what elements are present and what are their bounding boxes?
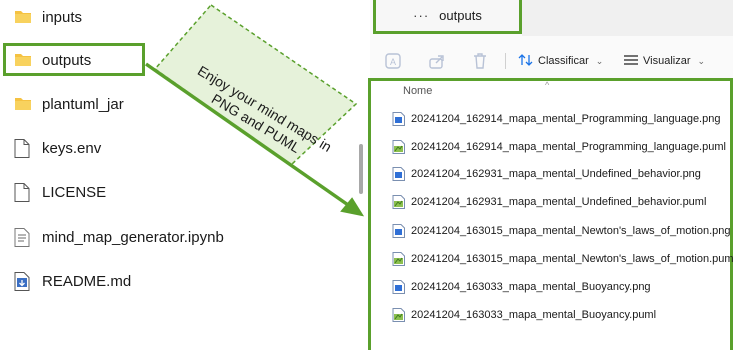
toolbar-separator: [505, 53, 506, 69]
address-current-folder[interactable]: outputs: [439, 8, 482, 23]
file-name: 20241204_163033_mapa_mental_Buoyancy.png: [411, 281, 651, 293]
folder-icon: [14, 95, 32, 113]
left-item-label: keys.env: [42, 139, 102, 157]
file-row[interactable]: 20241204_163015_mapa_mental_Newton's_law…: [392, 250, 733, 268]
folder-icon: [14, 8, 32, 26]
address-bar[interactable]: ··· outputs: [373, 0, 522, 34]
address-bar-background: [522, 0, 733, 36]
left-item-label: plantuml_jar: [42, 95, 124, 113]
puml-file-icon: [392, 252, 405, 266]
left-item-keys-env[interactable]: keys.env: [14, 136, 101, 160]
left-item-label: inputs: [42, 8, 83, 26]
left-item-inputs[interactable]: inputs: [14, 5, 82, 29]
notebook-file-icon: [14, 228, 32, 247]
delete-icon[interactable]: [471, 52, 489, 70]
file-icon: [14, 183, 32, 202]
sort-icon: [518, 53, 534, 70]
view-list-icon: [623, 54, 639, 69]
chevron-down-icon: ⌄: [697, 55, 706, 66]
svg-text:A: A: [390, 57, 396, 67]
file-row[interactable]: 20241204_162914_mapa_mental_Programming_…: [392, 110, 720, 128]
puml-file-icon: [392, 195, 405, 209]
sort-indicator-icon: ^: [545, 80, 550, 90]
scrollbar-thumb[interactable]: [359, 144, 363, 194]
left-item-license[interactable]: LICENSE: [14, 180, 106, 204]
image-file-icon: [392, 224, 405, 238]
file-name: 20241204_162931_mapa_mental_Undefined_be…: [411, 168, 701, 180]
image-file-icon: [392, 280, 405, 294]
view-button[interactable]: Visualizar ⌄: [623, 52, 705, 70]
column-header-name[interactable]: Nome: [403, 85, 432, 97]
image-file-icon: [392, 112, 405, 126]
callout-text: Enjoy your mind maps in PNG and PUML: [194, 62, 335, 156]
image-file-icon: [392, 167, 405, 181]
file-row[interactable]: 20241204_163033_mapa_mental_Buoyancy.png: [392, 278, 651, 296]
left-item-label: README.md: [42, 272, 132, 290]
file-row[interactable]: 20241204_163033_mapa_mental_Buoyancy.pum…: [392, 306, 656, 324]
file-icon: [14, 139, 32, 158]
address-overflow-button[interactable]: ···: [413, 8, 429, 23]
file-row[interactable]: 20241204_163015_mapa_mental_Newton's_law…: [392, 222, 731, 240]
left-item-readme[interactable]: README.md: [14, 269, 131, 293]
sort-button[interactable]: Classificar ⌄: [518, 52, 603, 70]
markdown-file-icon: [14, 272, 32, 291]
share-icon[interactable]: [428, 52, 446, 70]
file-name: 20241204_162931_mapa_mental_Undefined_be…: [411, 196, 707, 208]
puml-file-icon: [392, 140, 405, 154]
file-row[interactable]: 20241204_162914_mapa_mental_Programming_…: [392, 138, 726, 156]
sort-label: Classificar: [538, 55, 589, 67]
arrow-head: [340, 197, 365, 217]
puml-file-icon: [392, 308, 405, 322]
file-name: 20241204_162914_mapa_mental_Programming_…: [411, 141, 726, 153]
file-name: 20241204_162914_mapa_mental_Programming_…: [411, 113, 721, 125]
left-item-notebook[interactable]: mind_map_generator.ipynb: [14, 225, 224, 249]
file-row[interactable]: 20241204_162931_mapa_mental_Undefined_be…: [392, 165, 701, 183]
file-row[interactable]: 20241204_162931_mapa_mental_Undefined_be…: [392, 193, 706, 211]
chevron-down-icon: ⌄: [595, 55, 604, 66]
left-item-plantuml-jar[interactable]: plantuml_jar: [14, 92, 124, 116]
left-item-label: LICENSE: [42, 183, 107, 201]
file-name: 20241204_163033_mapa_mental_Buoyancy.pum…: [411, 309, 657, 321]
left-item-label: mind_map_generator.ipynb: [42, 228, 224, 246]
file-name: 20241204_163015_mapa_mental_Newton's_law…: [411, 225, 731, 237]
ai-icon[interactable]: A: [384, 52, 402, 70]
outputs-highlight-box: [3, 43, 145, 76]
view-label: Visualizar: [643, 55, 691, 67]
file-name: 20241204_163015_mapa_mental_Newton's_law…: [411, 253, 733, 265]
